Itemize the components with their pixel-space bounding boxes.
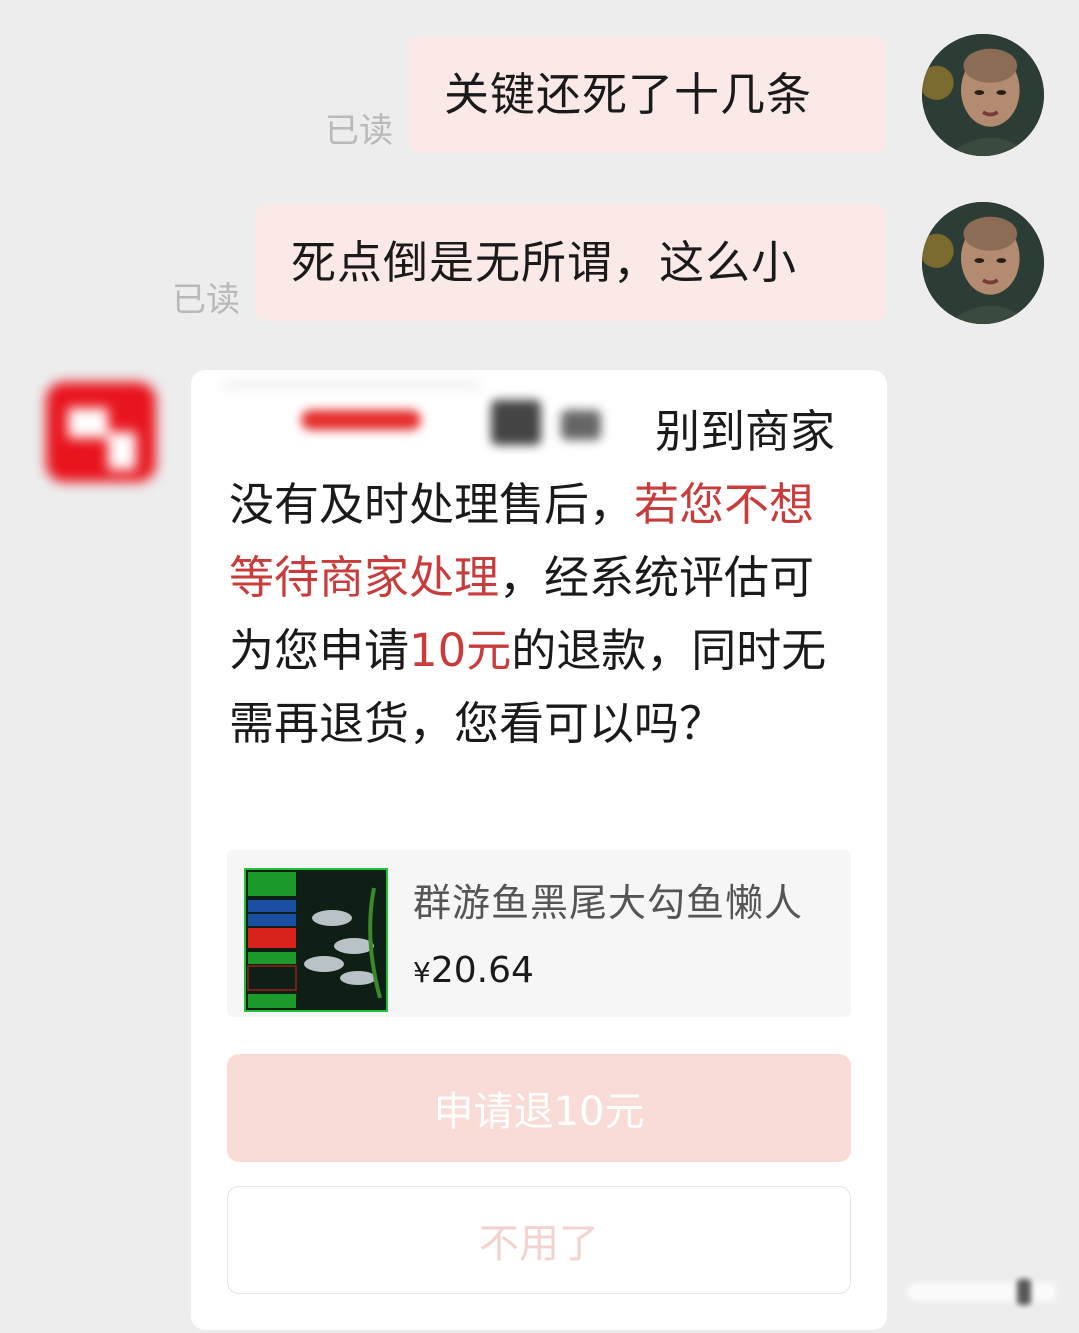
user-avatar[interactable] [922,34,1044,156]
message-text: 关键还死了十几条 [444,68,813,121]
decline-button[interactable]: 不用了 [227,1186,851,1294]
read-status: 已读 [325,111,393,151]
redacted-text [221,380,481,390]
avatar-portrait-icon [922,34,1044,156]
message-line1: 别到商家 [654,405,835,458]
outgoing-message[interactable]: 关键还死了十几条 [408,36,886,153]
incoming-message-card: 别到商家 没有及时处理售后，若您不想等待商家处理，经系统评估可为您申请10元的退… [191,370,887,1330]
decline-label: 不用了 [479,1221,599,1267]
price-value: 20.64 [430,950,534,991]
message-part: 没有及时处理售后， [229,478,635,531]
currency-symbol: ¥ [413,956,431,989]
watermark-logo-icon [907,1279,1057,1305]
message-highlight: 10元 [409,624,512,677]
avatar-portrait-icon [922,202,1044,324]
fish-product-image-icon [244,868,388,1012]
apply-refund-button[interactable]: 申请退10元 [227,1054,851,1162]
apply-refund-label: 申请退10元 [433,1089,645,1135]
sender-avatar[interactable] [38,362,168,492]
product-title: 群游鱼黑尾大勾鱼懒人 [413,881,804,925]
read-status: 已读 [172,280,240,320]
outgoing-message[interactable]: 死点倒是无所谓，这么小 [255,204,886,321]
product-card[interactable]: 群游鱼黑尾大勾鱼懒人 ¥20.64 [227,850,851,1017]
user-avatar[interactable] [922,202,1044,324]
sender-logo-icon [46,382,156,482]
product-thumbnail [244,868,388,1012]
message-text: 别到商家 没有及时处理售后，若您不想等待商家处理，经系统评估可为您申请10元的退… [229,395,849,760]
product-price: ¥20.64 [413,950,534,991]
message-text: 死点倒是无所谓，这么小 [291,236,798,289]
watermark [907,1277,1057,1311]
